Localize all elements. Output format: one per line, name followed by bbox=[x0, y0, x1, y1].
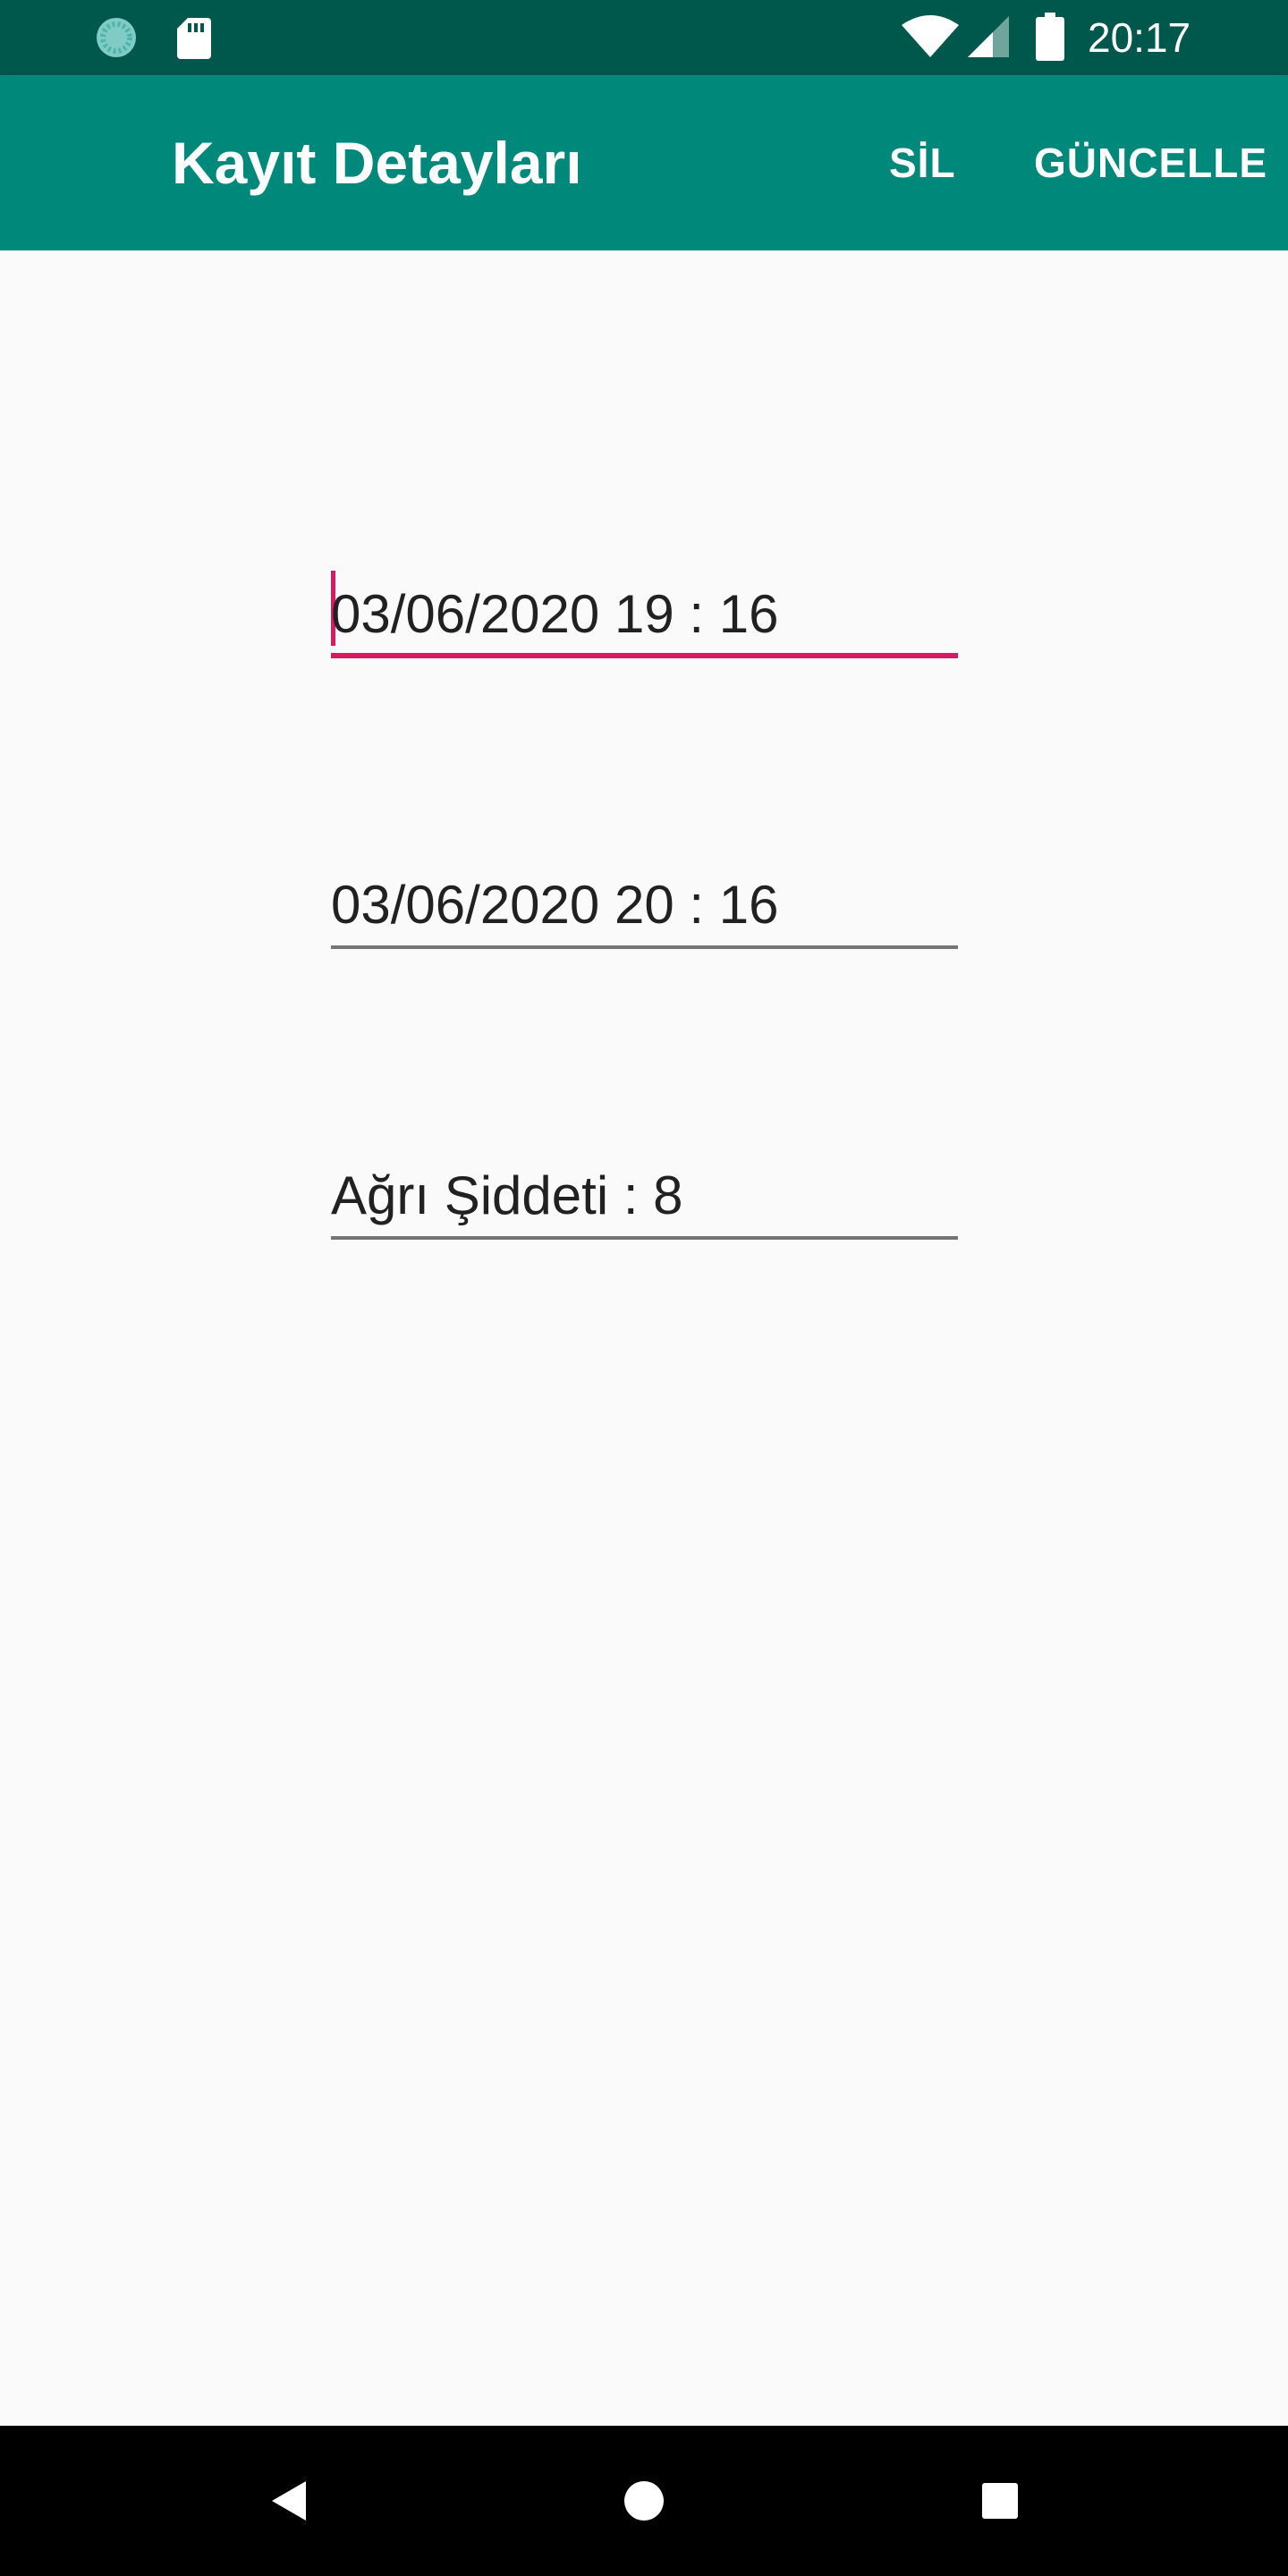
page-title: Kayıt Detayları bbox=[172, 130, 582, 196]
update-button[interactable]: GÜNCELLE bbox=[1034, 138, 1267, 188]
back-icon[interactable] bbox=[252, 2465, 324, 2537]
start-time-value: 03/06/2020 19 : 16 bbox=[331, 584, 779, 644]
status-bar: 20:17 bbox=[0, 0, 1288, 75]
pain-level-underline bbox=[331, 1236, 958, 1240]
end-time-underline bbox=[331, 945, 958, 949]
sdcard-icon bbox=[175, 16, 213, 61]
pain-level-value: Ağrı Şiddeti : 8 bbox=[331, 1165, 683, 1225]
battery-icon bbox=[1036, 13, 1064, 61]
sync-icon bbox=[95, 16, 138, 59]
record-details-form: 03/06/2020 19 : 16 03/06/2020 20 : 16 Ağ… bbox=[0, 250, 1288, 2426]
recents-icon[interactable] bbox=[964, 2465, 1036, 2537]
navigation-bar bbox=[0, 2426, 1288, 2576]
end-time-field[interactable]: 03/06/2020 20 : 16 bbox=[331, 860, 958, 949]
wifi-icon bbox=[900, 14, 961, 59]
status-clock: 20:17 bbox=[1088, 14, 1191, 61]
home-icon[interactable] bbox=[608, 2465, 680, 2537]
signal-icon bbox=[966, 14, 1011, 59]
end-time-value: 03/06/2020 20 : 16 bbox=[331, 875, 779, 935]
app-bar: Kayıt Detayları SİL GÜNCELLE bbox=[0, 75, 1288, 250]
pain-level-field[interactable]: Ağrı Şiddeti : 8 bbox=[331, 1150, 958, 1240]
delete-button[interactable]: SİL bbox=[889, 138, 956, 188]
start-time-underline bbox=[331, 653, 958, 658]
start-time-field[interactable]: 03/06/2020 19 : 16 bbox=[331, 569, 958, 658]
